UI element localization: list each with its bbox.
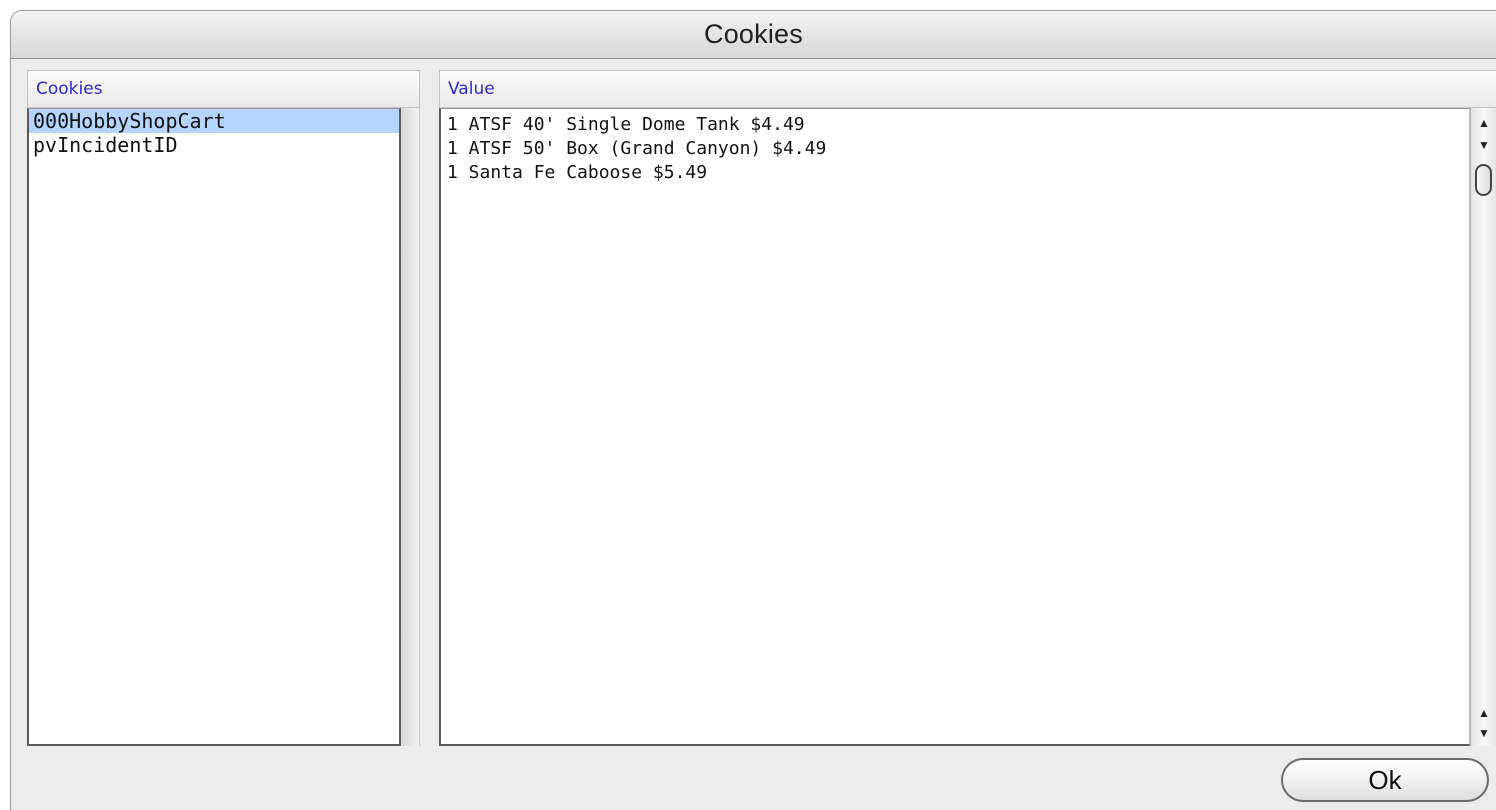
scroll-up-arrow-icon[interactable]: ▲ <box>1471 112 1496 134</box>
value-column-header: Value <box>439 70 1496 108</box>
cookie-list-item[interactable]: 000HobbyShopCart <box>29 109 399 133</box>
cookies-list[interactable]: 000HobbyShopCart pvIncidentID <box>27 108 401 746</box>
scroll-up-arrow-icon[interactable]: ▲ <box>1471 702 1496 724</box>
ok-button[interactable]: Ok <box>1281 758 1489 802</box>
title-bar[interactable]: Cookies <box>11 11 1496 59</box>
scroll-thumb[interactable] <box>1475 164 1492 196</box>
value-header-label: Value <box>448 79 495 99</box>
value-line: 1 ATSF 40' Single Dome Tank $4.49 <box>447 114 805 135</box>
cookies-list-gutter <box>401 108 420 746</box>
scroll-down-arrow-icon[interactable]: ▼ <box>1471 722 1496 744</box>
value-scrollbar[interactable]: ▲ ▼ ▲ ▼ <box>1470 108 1496 746</box>
cookies-dialog: Cookies Cookies 000HobbyShopCart pvIncid… <box>10 10 1496 810</box>
cookie-list-item[interactable]: pvIncidentID <box>29 133 399 157</box>
window-title: Cookies <box>704 19 803 49</box>
cookies-header-label: Cookies <box>36 79 103 99</box>
value-line: 1 Santa Fe Caboose $5.49 <box>447 162 708 183</box>
value-line: 1 ATSF 50' Box (Grand Canyon) $4.49 <box>447 138 827 159</box>
scroll-down-arrow-icon[interactable]: ▼ <box>1471 134 1496 156</box>
cookies-column-header: Cookies <box>27 70 420 108</box>
value-text-area[interactable]: 1 ATSF 40' Single Dome Tank $4.49 1 ATSF… <box>439 108 1470 746</box>
